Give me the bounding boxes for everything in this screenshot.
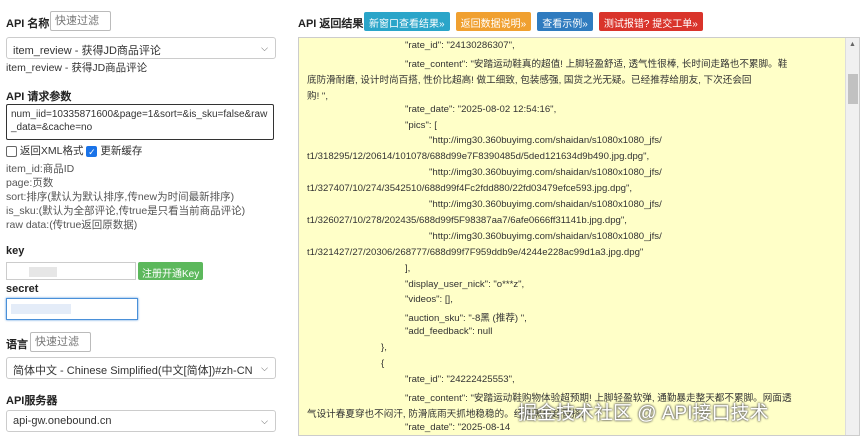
json-line: },	[381, 342, 387, 354]
chevron-down-icon: ⌵	[261, 416, 268, 426]
help-line: page:页数	[6, 177, 54, 189]
json-line: "rate_id": "24222425553",	[405, 373, 515, 385]
scrollbar[interactable]: ▲	[845, 38, 859, 435]
blurred-secret	[11, 304, 71, 314]
chevron-down-icon: ⌵	[261, 43, 268, 53]
lang-select-value: 简体中文 - Chinese Simplified(中文[简体])#zh-CN	[13, 365, 253, 377]
key-input[interactable]	[6, 262, 136, 280]
help-line: sort:排序(默认为默认排序,传new为时间最新排序)	[6, 191, 235, 203]
help-line: item_id:商品ID	[6, 163, 75, 175]
json-line: "display_user_nick": "o***z",	[405, 278, 525, 290]
param-help: item_id:商品ID page:页数 sort:排序(默认为默认排序,传ne…	[6, 162, 245, 232]
secret-label: secret	[6, 283, 39, 295]
register-key-button[interactable]: 注册开通Key	[138, 262, 204, 280]
blurred-key	[29, 267, 57, 277]
options-row: 返回XML格式 ✓ 更新缓存	[6, 143, 142, 158]
json-line: "rate_date": "2025-08-14	[405, 421, 511, 433]
json-line: t1/321427/27/20306/268777/688d99f7F959dd…	[307, 246, 644, 258]
watermark: 掘金技术社区 @ API接口技术	[518, 403, 769, 424]
api-filter-input[interactable]	[50, 11, 111, 31]
json-line: t1/318295/12/20614/101078/688d99e7F83904…	[307, 151, 650, 163]
result-toolbar: 新窗口查看结果» 返回数据说明» 查看示例» 测试报错? 提交工单»	[364, 12, 703, 31]
params-label: API 请求参数	[6, 91, 72, 103]
json-line: "add_feedback": null	[405, 326, 493, 338]
json-line: t1/327407/10/274/3542510/688d99f4Fc2fdd8…	[307, 183, 633, 195]
json-line: t1/326027/10/278/202435/688d99f5F98387aa…	[307, 214, 627, 226]
secret-input[interactable]	[6, 298, 138, 320]
json-line: "http://img30.360buyimg.com/shaidan/s108…	[429, 135, 662, 147]
json-line: "pics": [	[405, 119, 437, 131]
json-line: "auction_sku": "-8黑 (推荐) ",	[405, 313, 527, 325]
json-line: {	[381, 358, 385, 369]
server-label: API服务器	[6, 395, 58, 407]
chevron-down-icon: ⌵	[261, 363, 268, 373]
lang-filter-input[interactable]	[30, 332, 91, 352]
result-label: API 返回结果	[298, 18, 364, 30]
json-line: "rate_id": "24130286307",	[405, 40, 515, 51]
api-select-value: item_review - 获得JD商品评论	[13, 45, 161, 57]
json-line: "rate_date": "2025-08-02 12:54:16",	[405, 103, 557, 115]
lang-label: 语言	[6, 339, 28, 351]
params-textarea[interactable]: num_iid=10335871600&page=1&sort=&is_sku=…	[6, 104, 274, 140]
help-line: raw data:(传true返回原数据)	[6, 219, 138, 231]
cache-label: 更新缓存	[100, 145, 143, 157]
cache-checkbox[interactable]: ✓	[86, 145, 98, 157]
result-json-box[interactable]: "rate_id": "24130286307", "rate_content":…	[298, 37, 860, 436]
server-select-value: api-gw.onebound.cn	[13, 415, 112, 427]
json-line: 底防滑耐磨, 设计时尚百搭, 性价比超高! 做工细致, 包装感强, 国货之光无疑…	[307, 74, 752, 86]
server-select[interactable]: api-gw.onebound.cn ⌵	[6, 410, 276, 432]
json-line: "http://img30.360buyimg.com/shaidan/s108…	[429, 230, 662, 242]
scrollbar-thumb[interactable]	[848, 74, 858, 104]
help-line: is_sku:(默认为全部评论,传true是只看当前商品评论)	[6, 205, 246, 217]
view-example-button[interactable]: 查看示例»	[537, 12, 593, 31]
api-description: item_review - 获得JD商品评论	[6, 62, 148, 74]
json-line: "videos": [],	[405, 294, 453, 306]
submit-ticket-button[interactable]: 测试报错? 提交工单»	[598, 12, 703, 31]
json-line: "http://img30.360buyimg.com/shaidan/s108…	[429, 167, 662, 179]
json-line: ],	[405, 262, 411, 274]
api-select[interactable]: item_review - 获得JD商品评论 ⌵	[6, 37, 276, 59]
open-new-window-button[interactable]: 新窗口查看结果»	[364, 12, 450, 31]
data-doc-button[interactable]: 返回数据说明»	[455, 12, 532, 31]
xml-label: 返回XML格式	[19, 145, 84, 157]
lang-select[interactable]: 简体中文 - Chinese Simplified(中文[简体])#zh-CN …	[6, 357, 276, 379]
json-line: "rate_content": "安踏运动鞋真的超值! 上脚轻盈舒适, 透气性很…	[405, 58, 788, 70]
xml-checkbox[interactable]	[6, 145, 17, 157]
json-line: "http://img30.360buyimg.com/shaidan/s108…	[429, 199, 662, 210]
api-name-label: API 名称	[6, 18, 50, 30]
scroll-up-icon[interactable]: ▲	[849, 41, 856, 48]
key-label: key	[6, 245, 25, 257]
json-line: 购! ",	[307, 90, 328, 102]
